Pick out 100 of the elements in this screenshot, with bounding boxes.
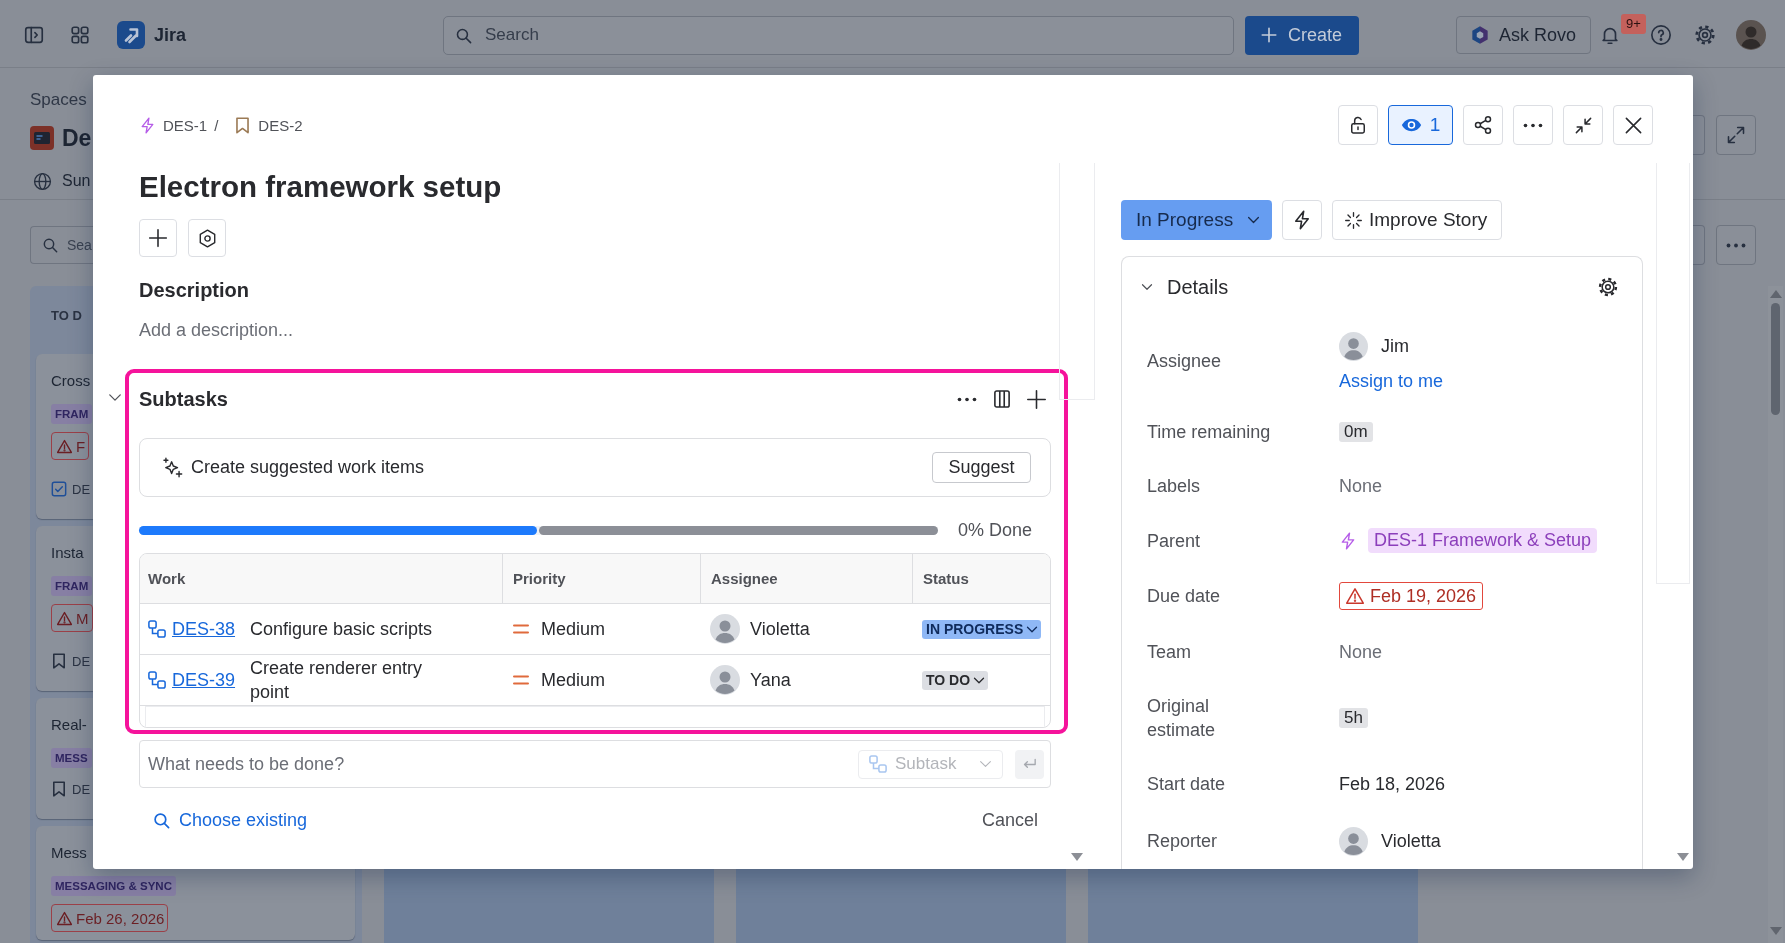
label-tag: MESSAGING & SYNC xyxy=(51,876,176,896)
priority-text: Medium xyxy=(541,669,606,691)
due-date-badge: Feb 26, 2026 xyxy=(51,904,169,932)
time-chip[interactable]: 5h xyxy=(1339,708,1368,728)
automation-button[interactable] xyxy=(1282,200,1322,240)
assistant-button[interactable]: Ask Rovo xyxy=(1456,16,1591,54)
field-label: Start date xyxy=(1147,773,1227,796)
section-heading: Description xyxy=(139,278,251,302)
work-item-card[interactable]: Cross FRAM F DE xyxy=(36,354,93,519)
breadcrumb-link[interactable]: Spaces xyxy=(30,88,92,112)
work-item-card[interactable]: Insta FRAM M DE xyxy=(36,526,93,691)
add-button[interactable] xyxy=(139,219,177,257)
plus-icon[interactable] xyxy=(1027,389,1046,409)
field-value[interactable]: None xyxy=(1339,473,1383,499)
scrollbar-thumb[interactable] xyxy=(1059,163,1095,400)
subtask-icon xyxy=(148,620,166,638)
chevron-down-icon[interactable] xyxy=(108,393,122,402)
suggest-button[interactable]: Suggest xyxy=(932,452,1031,483)
cancel-button[interactable]: Cancel xyxy=(981,809,1038,831)
scroll-down-arrow-icon[interactable] xyxy=(1677,853,1689,861)
work-item-title[interactable]: Electron framework setup xyxy=(139,169,1051,205)
more-icon[interactable] xyxy=(956,396,978,402)
search-field[interactable]: Search xyxy=(443,15,1234,55)
globe-icon xyxy=(33,171,52,191)
breadcrumb-link[interactable]: DES-2 xyxy=(234,116,303,134)
user-name[interactable]: Violetta xyxy=(1381,830,1441,852)
warning-icon xyxy=(1346,587,1364,605)
fullscreen-button[interactable] xyxy=(1716,115,1756,155)
assignee-name: Yana xyxy=(750,669,791,691)
columns-icon[interactable] xyxy=(994,390,1010,408)
column-header[interactable]: Priority xyxy=(502,554,700,603)
burst-icon xyxy=(1345,211,1362,229)
lightning-icon xyxy=(139,116,156,134)
apps-button[interactable] xyxy=(188,219,226,257)
search-icon xyxy=(455,26,472,44)
help-icon[interactable] xyxy=(1650,24,1672,46)
eye-icon xyxy=(1400,118,1422,132)
due-date-badge[interactable]: Feb 19, 2026 xyxy=(1339,582,1484,610)
expand-icon xyxy=(1726,125,1746,145)
watch-button[interactable]: 1 xyxy=(1388,105,1453,145)
panel-heading: Details xyxy=(1167,275,1230,299)
status-button[interactable]: In Progress xyxy=(1121,200,1272,240)
product-name[interactable]: Jira xyxy=(154,24,187,46)
field-label: Assignee xyxy=(1147,350,1223,373)
avatar-icon xyxy=(710,614,740,644)
card-title: Insta xyxy=(51,543,84,563)
scroll-down-arrow-icon[interactable] xyxy=(1071,853,1083,861)
field-value[interactable]: None xyxy=(1339,639,1383,665)
project-title: De xyxy=(62,124,92,152)
avatar-icon[interactable] xyxy=(1736,20,1766,50)
view-tab[interactable]: Sun xyxy=(30,171,91,191)
field-value[interactable]: Feb 18, 2026 xyxy=(1339,771,1446,797)
chevron-down-icon xyxy=(973,676,986,684)
work-item-link[interactable]: DES-39 xyxy=(172,669,236,691)
lightning-icon xyxy=(1292,210,1312,230)
description-field[interactable]: Add a description... xyxy=(139,318,1051,342)
field-label: Labels xyxy=(1147,475,1202,498)
search-icon xyxy=(42,237,58,253)
settings-icon[interactable] xyxy=(1598,277,1618,297)
restrictions-button[interactable] xyxy=(1338,105,1378,145)
status-dropdown[interactable]: IN PROGRESS xyxy=(922,619,1042,639)
hexagon-icon xyxy=(197,228,217,248)
logo-icon[interactable] xyxy=(117,21,145,49)
subtask-icon xyxy=(869,755,887,773)
share-button[interactable] xyxy=(1463,105,1503,145)
field-label: Parent xyxy=(1147,529,1202,553)
sidebar-toggle-icon[interactable] xyxy=(23,24,45,46)
column-header[interactable]: Work xyxy=(140,554,502,603)
chevron-down-icon xyxy=(979,760,992,768)
suggestion-text: Create suggested work items xyxy=(191,457,426,478)
card-title: Real- xyxy=(51,715,87,735)
work-item-key: DE xyxy=(72,653,91,669)
create-button[interactable]: Create xyxy=(1245,15,1359,55)
parent-link[interactable]: DES-1 Framework & Setup xyxy=(1368,528,1598,553)
close-button[interactable] xyxy=(1613,105,1653,145)
column-title: TO D xyxy=(51,307,82,325)
search-field[interactable]: Sea xyxy=(30,226,93,264)
minimize-button[interactable] xyxy=(1563,105,1603,145)
column-header[interactable]: Assignee xyxy=(700,554,912,603)
close-icon xyxy=(1623,115,1643,135)
improve-button[interactable]: Improve Story xyxy=(1332,200,1502,240)
chevron-down-icon[interactable] xyxy=(1141,283,1153,291)
app-grid-icon[interactable] xyxy=(69,24,91,46)
bookmark-icon xyxy=(234,116,252,134)
more-icon xyxy=(1523,122,1543,128)
field-label: Time remaining xyxy=(1147,421,1272,444)
column-header[interactable]: Status xyxy=(912,554,1050,603)
assign-link[interactable]: Assign to me xyxy=(1339,371,1444,391)
notification-badge: 9+ xyxy=(1621,14,1646,34)
search-icon xyxy=(153,811,170,829)
breadcrumb-link[interactable]: DES-1 xyxy=(139,116,208,134)
user-name[interactable]: Jim xyxy=(1381,335,1409,357)
more-icon xyxy=(1726,242,1746,248)
status-dropdown[interactable]: TO DO xyxy=(922,670,989,690)
avatar-icon xyxy=(1339,331,1368,361)
work-item-card[interactable]: Real- MESS DE xyxy=(36,698,93,819)
field-label: Team xyxy=(1147,641,1192,664)
time-chip[interactable]: 0m xyxy=(1339,422,1373,442)
scrollbar-thumb[interactable] xyxy=(1771,303,1780,415)
work-item-link[interactable]: DES-38 xyxy=(172,618,236,640)
